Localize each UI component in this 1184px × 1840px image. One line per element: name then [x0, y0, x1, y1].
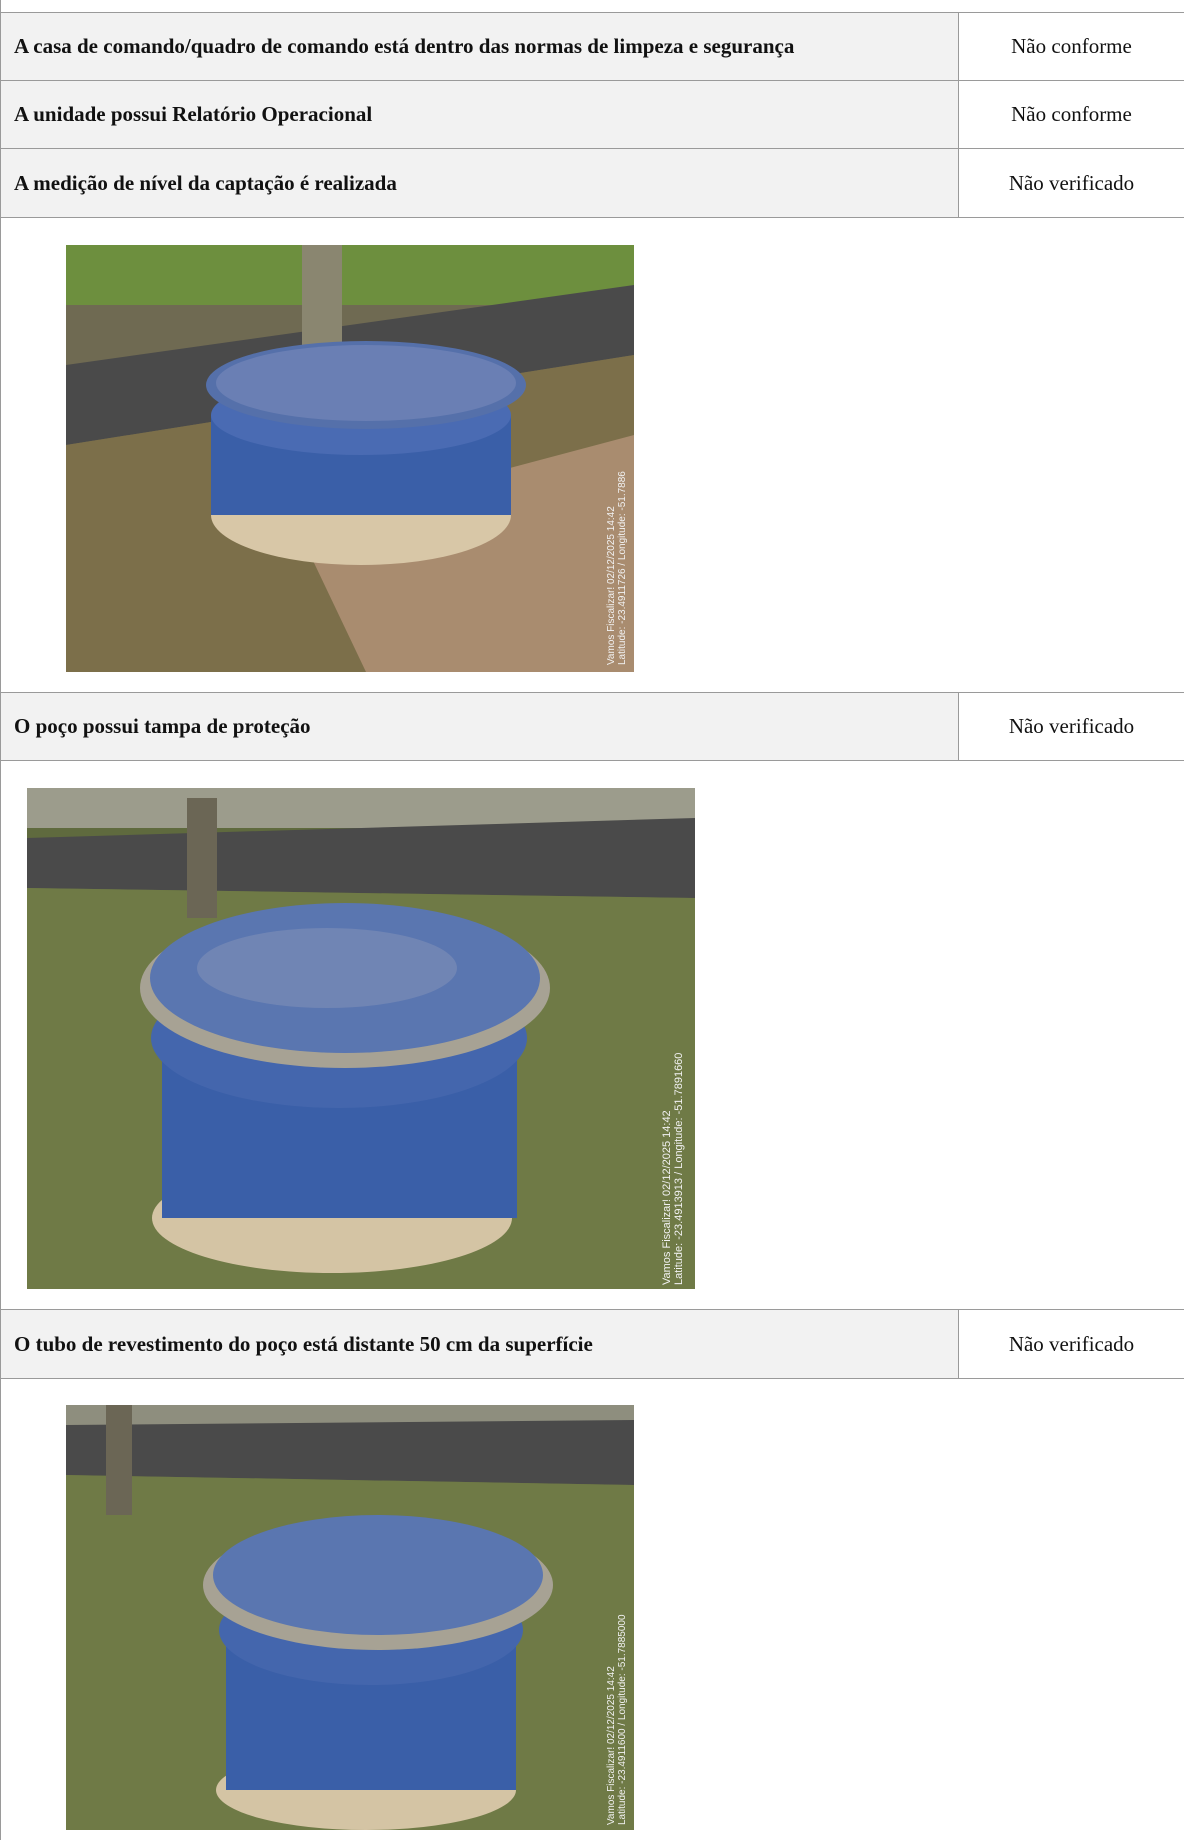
- question-text: A unidade possui Relatório Operacional: [14, 102, 373, 126]
- table-row: A casa de comando/quadro de comando está…: [0, 12, 1184, 81]
- photo-stamp: Vamos Fiscalizar! 02/12/2025 14:42 Latit…: [655, 990, 695, 1290]
- stamp-line: Vamos Fiscalizar! 02/12/2025 14:42: [606, 506, 617, 665]
- stamp-line: Vamos Fiscalizar! 02/12/2025 14:42: [661, 1110, 673, 1285]
- well-photo-image: [66, 1405, 634, 1830]
- question-text: A medição de nível da captação é realiza…: [14, 170, 397, 195]
- well-photo: [66, 245, 634, 672]
- table-row: O tubo de revestimento do poço está dist…: [0, 1309, 1184, 1379]
- well-photo-image: [27, 788, 695, 1289]
- status-cell: Não conforme: [958, 81, 1184, 148]
- stamp-line: Vamos Fiscalizar! 02/12/2025 14:42: [606, 1666, 617, 1825]
- question-text: O tubo de revestimento do poço está dist…: [14, 1331, 593, 1356]
- well-photo-image: [66, 245, 634, 672]
- stamp-line: Latitude: -23.4913913 / Longitude: -51.7…: [673, 1052, 685, 1285]
- table-row: A unidade possui Relatório Operacional N…: [0, 80, 1184, 149]
- question-text: O poço possui tampa de proteção: [14, 714, 311, 738]
- well-photo: [66, 1405, 634, 1830]
- photo-stamp: Vamos Fiscalizar! 02/12/2025 14:42 Latit…: [600, 1570, 640, 1830]
- stamp-line: Latitude: -23.4911600 / Longitude: -51.7…: [617, 1614, 628, 1825]
- table-row: O poço possui tampa de proteção Não veri…: [0, 692, 1184, 761]
- stamp-line: Latitude: -23.4911726 / Longitude: -51.7…: [617, 471, 628, 665]
- status-cell: Não verificado: [958, 693, 1184, 760]
- table-left-border: [0, 0, 1, 1840]
- well-photo: [27, 788, 695, 1289]
- status-cell: Não verificado: [958, 1310, 1184, 1378]
- table-row: A medição de nível da captação é realiza…: [0, 148, 1184, 218]
- photo-stamp: Vamos Fiscalizar! 02/12/2025 14:42 Latit…: [600, 410, 640, 670]
- status-cell: Não verificado: [958, 149, 1184, 217]
- question-text: A casa de comando/quadro de comando está…: [14, 34, 795, 58]
- status-cell: Não conforme: [958, 13, 1184, 80]
